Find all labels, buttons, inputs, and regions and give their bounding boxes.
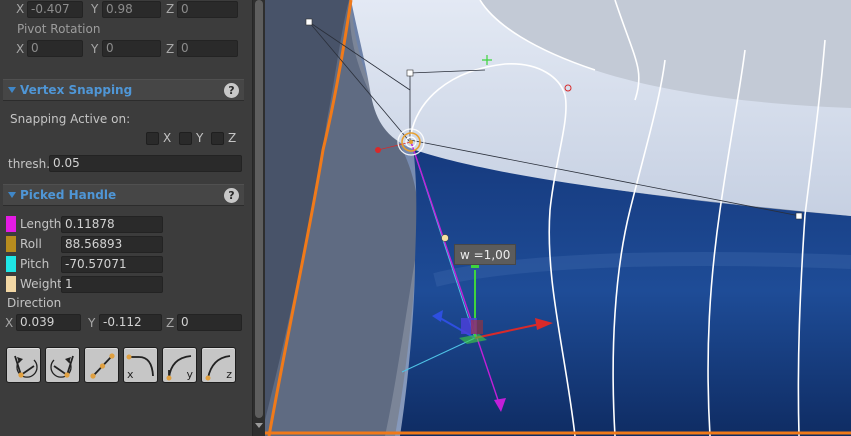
pivot-position-x-field[interactable]: -0.407 bbox=[27, 1, 83, 18]
thresh-label: thresh. bbox=[8, 157, 51, 171]
handle-point[interactable] bbox=[795, 212, 803, 220]
rotate-left-icon bbox=[14, 355, 38, 378]
picked-handle-title: Picked Handle bbox=[20, 188, 117, 202]
snap-y-checkbox[interactable] bbox=[179, 132, 192, 145]
align-handles-icon bbox=[90, 353, 115, 379]
weight-color-swatch bbox=[6, 276, 16, 292]
rotate-right-icon bbox=[50, 355, 74, 378]
curve-y-button[interactable]: y bbox=[162, 347, 197, 383]
curve-y-sublabel: y bbox=[186, 368, 193, 381]
pivot-position-y-field[interactable]: 0.98 bbox=[102, 1, 161, 18]
rotate-right-button[interactable] bbox=[45, 347, 80, 383]
thresh-field[interactable]: 0.05 bbox=[49, 155, 242, 172]
pivot-target-icon[interactable] bbox=[397, 128, 425, 156]
scroll-down-arrow-icon[interactable] bbox=[255, 423, 263, 428]
direction-y-label: Y bbox=[88, 316, 96, 330]
pivot-position-z-field[interactable]: 0 bbox=[177, 1, 238, 18]
direction-row: X 0.039 Y -0.112 Z 0 bbox=[0, 313, 248, 333]
align-handles-button[interactable] bbox=[84, 347, 119, 383]
gizmo-plane-xy[interactable] bbox=[471, 320, 483, 334]
direction-z-label: Z bbox=[166, 316, 175, 330]
foldout-arrow-icon bbox=[8, 87, 16, 93]
snap-y-label: Y bbox=[196, 131, 204, 145]
pivot-rotation-y-field[interactable]: 0 bbox=[102, 40, 161, 57]
pitch-row: Pitch -70.57071 bbox=[0, 255, 248, 275]
pitch-field[interactable]: -70.57071 bbox=[61, 256, 163, 273]
length-color-swatch bbox=[6, 216, 16, 232]
weight-value-label: w =1,00 bbox=[454, 244, 517, 265]
pivot-position-y-label: Y bbox=[91, 2, 99, 16]
snap-x-checkbox[interactable] bbox=[146, 132, 159, 145]
length-row: Length 0.11878 bbox=[0, 215, 248, 235]
weight-field[interactable]: 1 bbox=[61, 276, 163, 293]
direction-y-field[interactable]: -0.112 bbox=[99, 314, 162, 331]
help-icon[interactable]: ? bbox=[224, 188, 239, 203]
foldout-arrow-icon bbox=[8, 192, 16, 198]
pitch-label: Pitch bbox=[20, 257, 50, 271]
pivot-rotation-z-label: Z bbox=[166, 42, 175, 56]
direction-x-label: X bbox=[5, 316, 14, 330]
thresh-row: thresh. 0.05 bbox=[0, 155, 248, 175]
direction-z-field[interactable]: 0 bbox=[177, 314, 242, 331]
scene-render[interactable] bbox=[265, 0, 851, 436]
pitch-color-swatch bbox=[6, 256, 16, 272]
pivot-rotation-x-field[interactable]: 0 bbox=[27, 40, 83, 57]
roll-label: Roll bbox=[20, 237, 42, 251]
scrollbar-thumb[interactable] bbox=[255, 0, 263, 418]
picked-handle-header[interactable]: Picked Handle ? bbox=[3, 184, 244, 206]
pivot-position-x-label: X bbox=[16, 2, 25, 16]
roll-field[interactable]: 88.56893 bbox=[61, 236, 163, 253]
curve-z-button[interactable]: z bbox=[201, 347, 236, 383]
direction-x-field[interactable]: 0.039 bbox=[16, 314, 81, 331]
handle-point[interactable] bbox=[305, 18, 313, 26]
snap-z-label: Z bbox=[228, 131, 237, 145]
snapping-axes-row: X Y Z bbox=[0, 130, 248, 150]
inspector-scrollbar[interactable] bbox=[252, 0, 265, 436]
handle-point[interactable] bbox=[406, 69, 414, 77]
pivot-rotation-x-label: X bbox=[16, 42, 25, 56]
pivot-position-z-label: Z bbox=[166, 2, 175, 16]
pivot-position-row: X -0.407 Y 0.98 Z 0 bbox=[0, 0, 248, 20]
roll-color-swatch bbox=[6, 236, 16, 252]
pivot-rotation-z-field[interactable]: 0 bbox=[177, 40, 238, 57]
scene-viewport[interactable]: w =1,00 bbox=[265, 0, 851, 436]
roll-row: Roll 88.56893 bbox=[0, 235, 248, 255]
rotate-left-button[interactable] bbox=[6, 347, 41, 383]
curve-x-button[interactable]: x bbox=[123, 347, 158, 383]
curve-x-sublabel: x bbox=[127, 368, 134, 381]
vertex-snapping-header[interactable]: Vertex Snapping ? bbox=[3, 79, 244, 101]
inspector-panel: X -0.407 Y 0.98 Z 0 Pivot Rotation X 0 Y… bbox=[0, 0, 252, 436]
curve-z-sublabel: z bbox=[226, 368, 232, 381]
pivot-rotation-label: Pivot Rotation bbox=[17, 22, 101, 36]
snap-z-checkbox[interactable] bbox=[211, 132, 224, 145]
snap-x-label: X bbox=[163, 131, 172, 145]
length-field[interactable]: 0.11878 bbox=[61, 216, 163, 233]
vertex-snapping-title: Vertex Snapping bbox=[20, 83, 133, 97]
length-label: Length bbox=[20, 217, 62, 231]
pivot-rotation-y-label: Y bbox=[91, 42, 99, 56]
direction-label: Direction bbox=[7, 296, 62, 310]
help-icon[interactable]: ? bbox=[224, 83, 239, 98]
weight-row: Weight 1 bbox=[0, 275, 248, 295]
weight-label: Weight bbox=[20, 277, 62, 291]
snapping-active-label: Snapping Active on: bbox=[10, 112, 131, 126]
weight-handle-point[interactable] bbox=[441, 234, 449, 242]
pivot-rotation-row: X 0 Y 0 Z 0 bbox=[0, 39, 248, 59]
